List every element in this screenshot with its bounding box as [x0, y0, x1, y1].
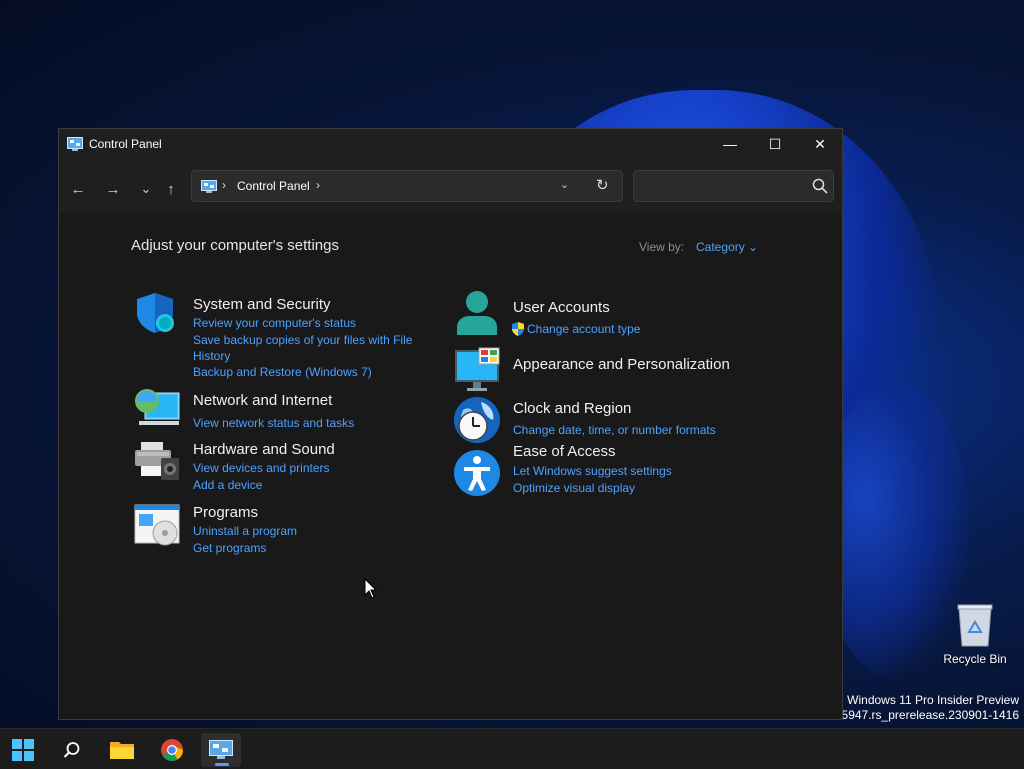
- category-title[interactable]: Network and Internet: [193, 392, 332, 409]
- search-icon: [63, 742, 80, 758]
- control-panel-window: Control Panel — ☐ ✕ ← → ⌄ ↑ › Control Pa…: [58, 128, 843, 720]
- taskbar-control-panel[interactable]: [201, 733, 241, 767]
- control-panel-icon: [209, 740, 233, 759]
- start-icon: [12, 739, 34, 761]
- link-get-programs[interactable]: Get programs: [193, 540, 266, 556]
- page-title: Adjust your computer's settings: [131, 237, 339, 254]
- taskbar-search-button[interactable]: [52, 733, 92, 767]
- up-button[interactable]: ↑: [159, 177, 183, 201]
- maximize-button[interactable]: ☐: [752, 129, 798, 159]
- os-watermark: Windows 11 Pro Insider Preview d 25947.r…: [825, 693, 1019, 723]
- view-by-label: View by:: [639, 240, 685, 254]
- active-indicator: [215, 763, 229, 766]
- breadcrumb-separator[interactable]: ›: [316, 178, 320, 192]
- control-panel-icon: [201, 180, 217, 193]
- file-explorer-icon: [110, 742, 134, 759]
- link-optimize-visual-display[interactable]: Optimize visual display: [513, 480, 635, 496]
- taskbar-file-explorer[interactable]: [102, 733, 142, 767]
- taskbar-chrome[interactable]: [152, 733, 192, 767]
- recycle-bin[interactable]: Recycle Bin: [940, 600, 1010, 670]
- back-button[interactable]: ←: [66, 177, 90, 201]
- watermark-line2: d 25947.rs_prerelease.230901-1416: [824, 708, 1019, 722]
- link-uninstall-program[interactable]: Uninstall a program: [193, 523, 297, 539]
- window-title: Control Panel: [89, 137, 162, 151]
- programs-icon[interactable]: [133, 501, 181, 549]
- accessibility-icon[interactable]: [453, 449, 501, 497]
- taskbar: [0, 728, 1024, 769]
- title-bar[interactable]: Control Panel — ☐ ✕: [59, 129, 842, 161]
- uac-shield-icon: [512, 322, 524, 336]
- close-button[interactable]: ✕: [797, 129, 843, 159]
- category-title[interactable]: System and Security: [193, 296, 331, 313]
- link-file-history[interactable]: Save backup copies of your files with Fi…: [193, 332, 423, 364]
- forward-button[interactable]: →: [101, 177, 125, 201]
- recent-locations-button[interactable]: ⌄: [134, 177, 158, 201]
- category-title[interactable]: Hardware and Sound: [193, 441, 335, 458]
- address-bar[interactable]: › Control Panel › ⌄ ↻: [191, 170, 623, 202]
- link-review-status[interactable]: Review your computer's status: [193, 315, 356, 331]
- link-windows-suggest-settings[interactable]: Let Windows suggest settings: [513, 463, 672, 479]
- chrome-icon: [161, 739, 183, 761]
- recycle-bin-icon: [957, 604, 993, 647]
- category-title[interactable]: Ease of Access: [513, 443, 616, 460]
- category-title[interactable]: Programs: [193, 504, 258, 521]
- link-network-status[interactable]: View network status and tasks: [193, 415, 354, 431]
- refresh-button[interactable]: ↻: [596, 176, 609, 194]
- search-input[interactable]: [640, 177, 804, 197]
- network-icon[interactable]: [133, 385, 181, 433]
- breadcrumb-control-panel[interactable]: Control Panel: [237, 179, 310, 193]
- shield-icon[interactable]: [133, 289, 181, 337]
- category-title[interactable]: User Accounts: [513, 299, 610, 316]
- category-title[interactable]: Clock and Region: [513, 400, 631, 417]
- watermark-line1: Windows 11 Pro Insider Preview: [847, 693, 1019, 707]
- link-backup-restore[interactable]: Backup and Restore (Windows 7): [193, 364, 372, 380]
- monitor-icon[interactable]: [453, 346, 501, 394]
- toolbar: ← → ⌄ ↑ › Control Panel › ⌄ ↻: [59, 161, 842, 213]
- recycle-bin-label: Recycle Bin: [943, 652, 1007, 666]
- link-change-account-type[interactable]: Change account type: [527, 321, 640, 337]
- minimize-button[interactable]: —: [707, 129, 753, 159]
- start-button[interactable]: [3, 733, 43, 767]
- search-icon[interactable]: [812, 178, 828, 194]
- breadcrumb-separator[interactable]: ›: [222, 178, 226, 192]
- clock-globe-icon[interactable]: [453, 396, 501, 444]
- main-content: Adjust your computer's settings View by:…: [59, 213, 842, 719]
- control-panel-icon: [67, 137, 83, 151]
- search-box[interactable]: [633, 170, 834, 202]
- link-devices-printers[interactable]: View devices and printers: [193, 460, 330, 476]
- address-dropdown-button[interactable]: ⌄: [560, 178, 569, 191]
- category-title[interactable]: Appearance and Personalization: [513, 356, 730, 373]
- view-by-dropdown[interactable]: Category ⌄: [696, 240, 758, 254]
- printer-icon[interactable]: [133, 436, 181, 484]
- link-add-device[interactable]: Add a device: [193, 477, 262, 493]
- user-icon[interactable]: [453, 289, 501, 337]
- link-date-time-formats[interactable]: Change date, time, or number formats: [513, 422, 716, 438]
- mouse-cursor-icon: [364, 578, 378, 599]
